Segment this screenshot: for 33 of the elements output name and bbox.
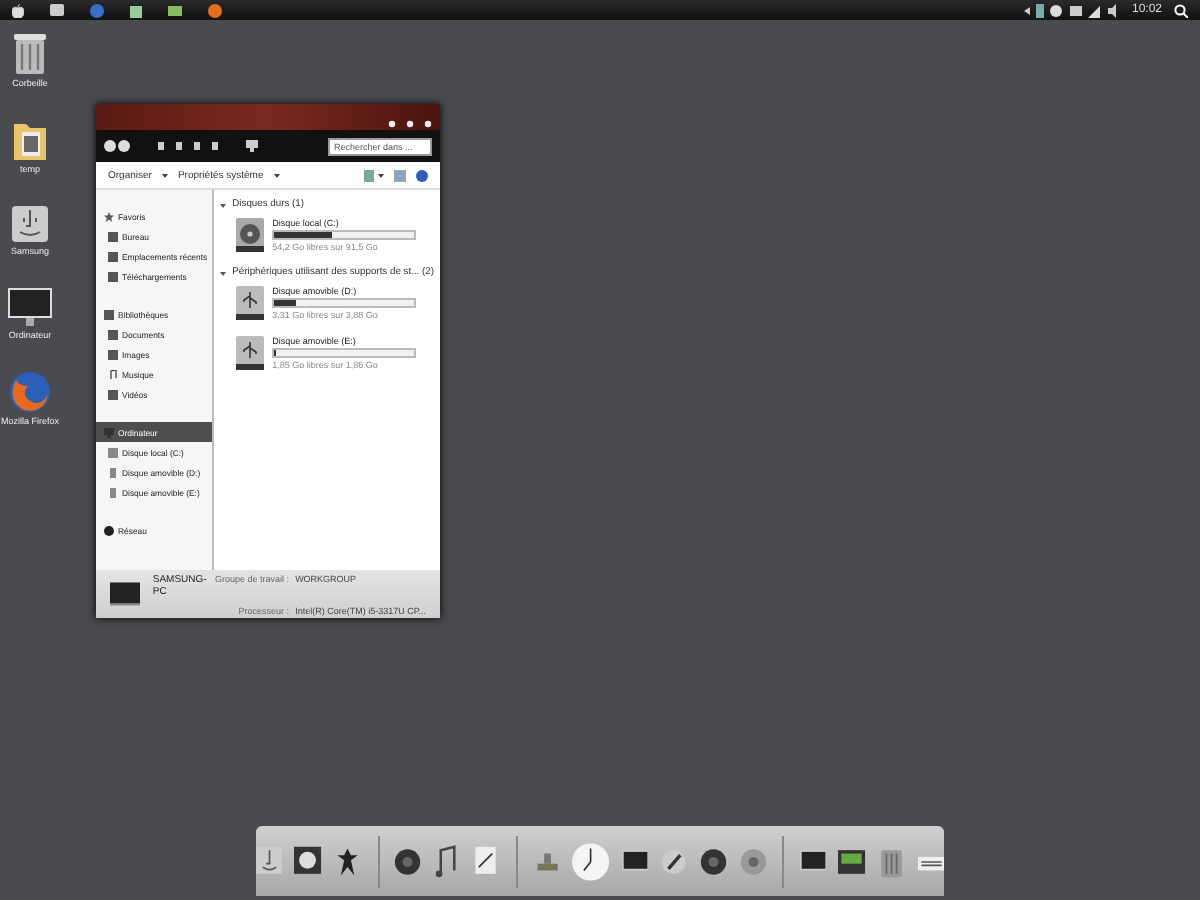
back-forward-icon[interactable] xyxy=(104,140,130,152)
globe-icon[interactable] xyxy=(9,372,50,412)
view-buttons-icon[interactable] xyxy=(158,142,218,150)
computer-icon xyxy=(104,427,114,437)
globe-icon xyxy=(104,525,114,535)
laptop-icon xyxy=(110,582,141,606)
face-icon[interactable] xyxy=(11,206,48,242)
app-icon[interactable] xyxy=(255,843,283,879)
app-icon[interactable] xyxy=(394,843,422,879)
help-icon[interactable] xyxy=(416,169,428,181)
figure-icon[interactable] xyxy=(334,843,362,879)
hard-drive-icon[interactable] xyxy=(236,218,265,252)
view-options-icon[interactable] xyxy=(364,169,384,181)
apple-icon[interactable] xyxy=(12,3,24,17)
window-controls-icon[interactable] xyxy=(388,120,432,128)
status-icons-drawing[interactable] xyxy=(1023,3,1120,17)
music-note-icon[interactable] xyxy=(433,843,461,879)
caret-icon xyxy=(161,173,168,177)
search-icon[interactable] xyxy=(1174,3,1188,17)
monitor-icon[interactable] xyxy=(8,288,52,326)
power-icon[interactable] xyxy=(739,843,767,879)
app-icon[interactable] xyxy=(700,843,728,879)
monitor-icon[interactable] xyxy=(246,140,258,152)
app-icon[interactable] xyxy=(472,843,500,879)
app-icon[interactable] xyxy=(294,843,323,879)
globe-icon[interactable] xyxy=(90,3,104,17)
usb-drive-icon[interactable] xyxy=(236,336,265,370)
star-icon xyxy=(104,211,114,221)
browser-icon[interactable] xyxy=(208,3,222,17)
music-note-icon xyxy=(108,369,118,379)
usb-drive-icon[interactable] xyxy=(236,286,265,320)
trash-icon[interactable] xyxy=(13,34,46,74)
caret-icon xyxy=(273,173,280,177)
